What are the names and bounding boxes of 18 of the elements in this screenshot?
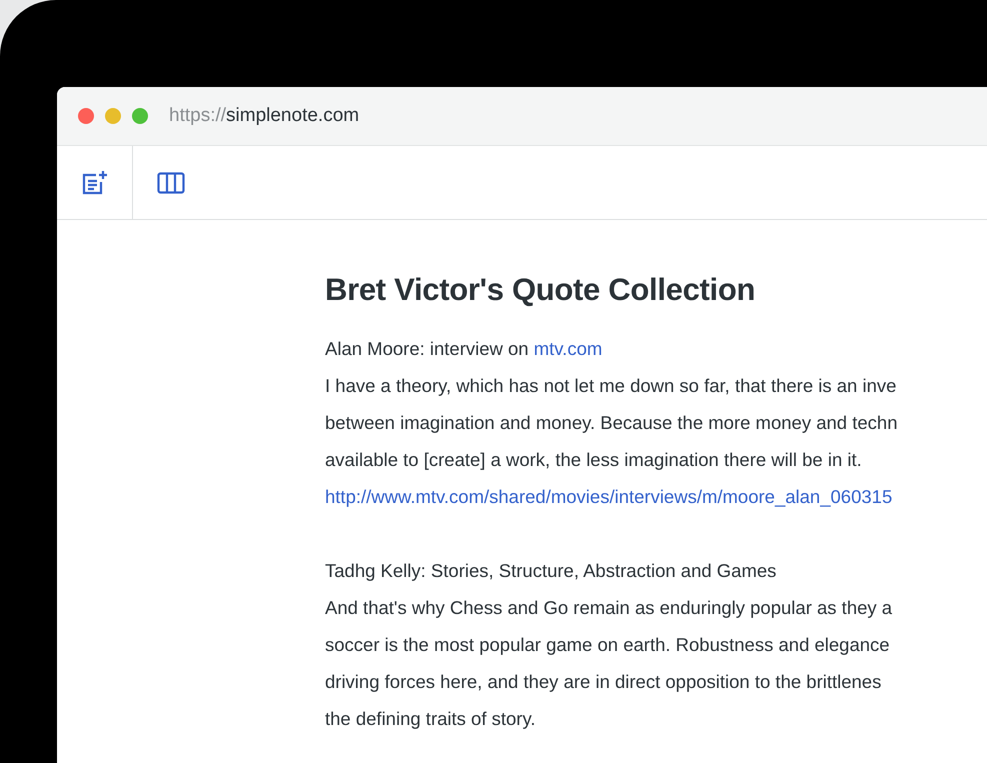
- note-title: Bret Victor's Quote Collection: [325, 272, 756, 308]
- note-line: available to [create] a work, the less imagination there will be in it.: [325, 448, 863, 472]
- url-link[interactable]: http://www.mtv.com/shared/movies/interviews/m/moore_alan_060315: [325, 486, 892, 507]
- note-line: the defining traits of story.: [325, 707, 536, 731]
- note-line: Tadhg Kelly: Stories, Structure, Abstraction and Games: [325, 559, 778, 583]
- note-line: And that's why Chess and Go remain as enduringly popular as they a: [325, 596, 894, 620]
- note-line: soccer is the most popular game on earth. Robustness and elegance: [325, 633, 891, 657]
- columns-icon: [157, 172, 185, 194]
- address-text[interactable]: https://simplenote.com: [169, 105, 360, 127]
- window-control[interactable]: [132, 108, 148, 124]
- note-line: I have a theory, which has not let me down so far, that there is an inve: [325, 374, 898, 398]
- note-line: driving forces here, and they are in direct opposition to the brittlenes: [325, 670, 882, 694]
- note-line: between imagination and money. Because the more money and techn: [325, 411, 898, 435]
- window-control[interactable]: [78, 108, 94, 124]
- new-note-icon: [82, 170, 108, 194]
- source-link[interactable]: mtv.com: [534, 338, 602, 359]
- window-control[interactable]: [105, 108, 121, 124]
- source-text: Alan Moore: interview on: [325, 338, 529, 359]
